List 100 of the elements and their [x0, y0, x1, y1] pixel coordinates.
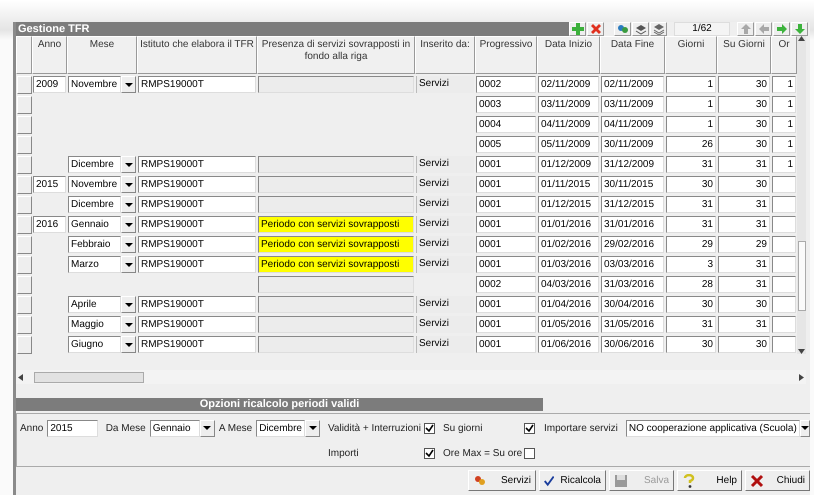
progressive-field[interactable]: 0001 — [476, 236, 536, 253]
hours-field[interactable]: 1 — [772, 156, 796, 173]
hours-field[interactable]: 1 — [772, 116, 796, 133]
month-field[interactable]: Gennaio — [68, 216, 121, 233]
end-date-field[interactable]: 30/06/2016 — [601, 336, 664, 353]
month-field[interactable]: Maggio — [68, 316, 121, 333]
days-field[interactable]: 26 — [666, 136, 716, 153]
month-field[interactable]: Giugno — [68, 336, 121, 353]
institute-field[interactable]: RMPS19000T — [138, 256, 256, 273]
end-date-field[interactable]: 02/11/2009 — [601, 76, 664, 93]
start-date-field[interactable]: 01/01/2016 — [538, 216, 599, 233]
progressive-field[interactable]: 0001 — [476, 336, 536, 353]
total-days-field[interactable]: 30 — [718, 296, 770, 313]
year-field[interactable]: 2015 — [47, 420, 98, 436]
days-field[interactable]: 28 — [666, 276, 716, 293]
hours-field[interactable]: 1 — [772, 96, 796, 113]
institute-field[interactable]: RMPS19000T — [138, 176, 256, 193]
from-month-field[interactable]: Gennaio — [150, 420, 200, 436]
days-field[interactable]: 1 — [666, 76, 716, 93]
progressive-field[interactable]: 0003 — [476, 96, 536, 113]
start-date-field[interactable]: 01/12/2009 — [538, 156, 599, 173]
days-field[interactable]: 31 — [666, 216, 716, 233]
progressive-field[interactable]: 0001 — [476, 296, 536, 313]
institute-field[interactable]: RMPS19000T — [138, 76, 256, 93]
month-field[interactable]: Febbraio — [68, 236, 121, 253]
end-date-field[interactable]: 04/11/2009 — [601, 116, 664, 133]
start-date-field[interactable]: 01/04/2016 — [538, 296, 599, 313]
hours-field[interactable]: 1 — [772, 136, 796, 153]
total-days-field[interactable]: 31 — [718, 256, 770, 273]
days-field[interactable]: 29 — [666, 236, 716, 253]
progressive-field[interactable]: 0004 — [476, 116, 536, 133]
start-date-field[interactable]: 01/06/2016 — [538, 336, 599, 353]
progressive-field[interactable]: 0002 — [476, 276, 536, 293]
days-field[interactable]: 30 — [666, 296, 716, 313]
total-days-field[interactable]: 30 — [718, 116, 770, 133]
progressive-field[interactable]: 0001 — [476, 316, 536, 333]
import-field[interactable]: NO cooperazione applicativa (Scuola) — [626, 420, 800, 436]
action-button[interactable]: Servizi — [468, 470, 536, 491]
end-date-field[interactable]: 30/11/2015 — [601, 176, 664, 193]
total-days-field[interactable]: 30 — [718, 176, 770, 193]
month-field[interactable]: Marzo — [68, 256, 121, 273]
total-days-field[interactable]: 31 — [718, 276, 770, 293]
total-days-field[interactable]: 31 — [718, 316, 770, 333]
action-button[interactable]: Ricalcola — [539, 470, 606, 491]
start-date-field[interactable]: 01/02/2016 — [538, 236, 599, 253]
progressive-field[interactable]: 0001 — [476, 176, 536, 193]
days-field[interactable]: 1 — [666, 96, 716, 113]
progressive-field[interactable]: 0001 — [476, 156, 536, 173]
progressive-field[interactable]: 0001 — [476, 196, 536, 213]
action-button[interactable]: Chiudi — [745, 470, 810, 491]
month-field[interactable]: Aprile — [68, 296, 121, 313]
progressive-field[interactable]: 0005 — [476, 136, 536, 153]
days-field[interactable]: 30 — [666, 336, 716, 353]
total-days-field[interactable]: 30 — [718, 136, 770, 153]
start-date-field[interactable]: 04/11/2009 — [538, 116, 599, 133]
year-field[interactable]: 2009 — [33, 76, 66, 93]
start-date-field[interactable]: 02/11/2009 — [538, 76, 599, 93]
year-field[interactable]: 2016 — [33, 216, 66, 233]
institute-field[interactable]: RMPS19000T — [138, 196, 256, 213]
end-date-field[interactable]: 31/12/2015 — [601, 196, 664, 213]
days-field[interactable]: 30 — [666, 176, 716, 193]
days-field[interactable]: 31 — [666, 196, 716, 213]
month-field[interactable]: Novembre — [68, 176, 121, 193]
institute-field[interactable]: RMPS19000T — [138, 336, 256, 353]
days-field[interactable]: 31 — [666, 316, 716, 333]
month-field[interactable]: Dicembre — [68, 156, 121, 173]
total-days-field[interactable]: 31 — [718, 216, 770, 233]
end-date-field[interactable]: 30/04/2016 — [601, 296, 664, 313]
end-date-field[interactable]: 30/11/2009 — [601, 136, 664, 153]
end-date-field[interactable]: 31/12/2009 — [601, 156, 664, 173]
end-date-field[interactable]: 31/03/2016 — [601, 276, 664, 293]
days-field[interactable]: 31 — [666, 156, 716, 173]
start-date-field[interactable]: 05/11/2009 — [538, 136, 599, 153]
hours-field[interactable]: 1 — [772, 76, 796, 93]
start-date-field[interactable]: 01/05/2016 — [538, 316, 599, 333]
institute-field[interactable]: RMPS19000T — [138, 316, 256, 333]
institute-field[interactable]: RMPS19000T — [138, 296, 256, 313]
end-date-field[interactable]: 03/03/2016 — [601, 256, 664, 273]
start-date-field[interactable]: 01/11/2015 — [538, 176, 599, 193]
days-field[interactable]: 1 — [666, 116, 716, 133]
institute-field[interactable]: RMPS19000T — [138, 216, 256, 233]
action-button[interactable]: Help — [677, 470, 742, 491]
progressive-field[interactable]: 0001 — [476, 256, 536, 273]
end-date-field[interactable]: 31/05/2016 — [601, 316, 664, 333]
total-days-field[interactable]: 30 — [718, 76, 770, 93]
start-date-field[interactable]: 01/03/2016 — [538, 256, 599, 273]
total-days-field[interactable]: 29 — [718, 236, 770, 253]
days-field[interactable]: 3 — [666, 256, 716, 273]
total-days-field[interactable]: 31 — [718, 156, 770, 173]
total-days-field[interactable]: 30 — [718, 336, 770, 353]
start-date-field[interactable]: 03/11/2009 — [538, 96, 599, 113]
to-month-field[interactable]: Dicembre — [256, 420, 305, 436]
end-date-field[interactable]: 29/02/2016 — [601, 236, 664, 253]
start-date-field[interactable]: 01/12/2015 — [538, 196, 599, 213]
start-date-field[interactable]: 04/03/2016 — [538, 276, 599, 293]
year-field[interactable]: 2015 — [33, 176, 66, 193]
month-field[interactable]: Novembre — [68, 76, 121, 93]
institute-field[interactable]: RMPS19000T — [138, 156, 256, 173]
progressive-field[interactable]: 0001 — [476, 216, 536, 233]
total-days-field[interactable]: 30 — [718, 96, 770, 113]
